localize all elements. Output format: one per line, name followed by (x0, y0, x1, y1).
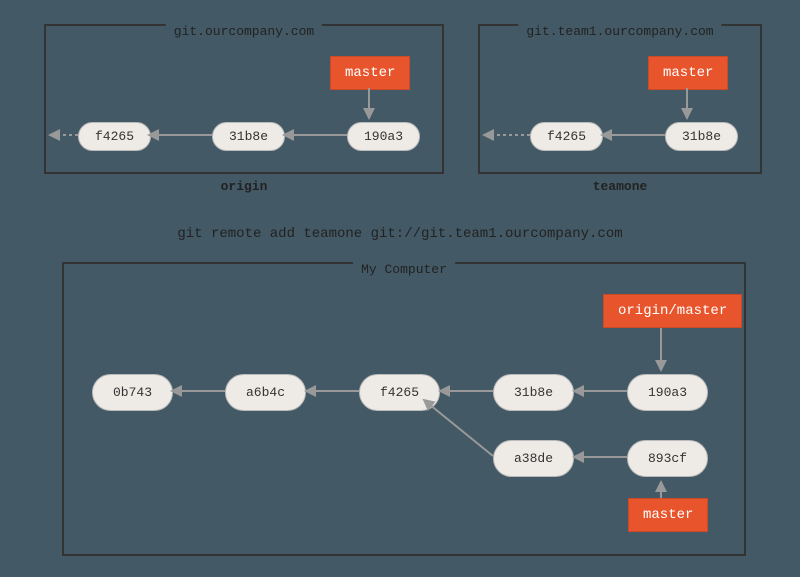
commit-node: a38de (493, 440, 574, 477)
commit-node: 893cf (627, 440, 708, 477)
teamone-label: teamone (593, 179, 648, 194)
commit-node: 190a3 (627, 374, 708, 411)
teamone-master-tag: master (648, 56, 728, 90)
origin-master-tag: master (330, 56, 410, 90)
origin-box: git.ourcompany.com origin (44, 24, 444, 174)
commit-node: a6b4c (225, 374, 306, 411)
commit-node: f4265 (530, 122, 603, 151)
origin-title: git.ourcompany.com (166, 24, 322, 39)
commit-node: f4265 (359, 374, 440, 411)
teamone-title: git.team1.ourcompany.com (518, 24, 721, 39)
commit-node: 0b743 (92, 374, 173, 411)
origin-label: origin (221, 179, 268, 194)
commit-node: 31b8e (212, 122, 285, 151)
origin-master-remote-tag: origin/master (603, 294, 742, 328)
local-master-tag: master (628, 498, 708, 532)
command-text: git remote add teamone git://git.team1.o… (177, 226, 622, 242)
commit-node: 31b8e (493, 374, 574, 411)
commit-node: 190a3 (347, 122, 420, 151)
teamone-box: git.team1.ourcompany.com teamone (478, 24, 762, 174)
commit-node: 31b8e (665, 122, 738, 151)
local-title: My Computer (353, 262, 455, 277)
commit-node: f4265 (78, 122, 151, 151)
